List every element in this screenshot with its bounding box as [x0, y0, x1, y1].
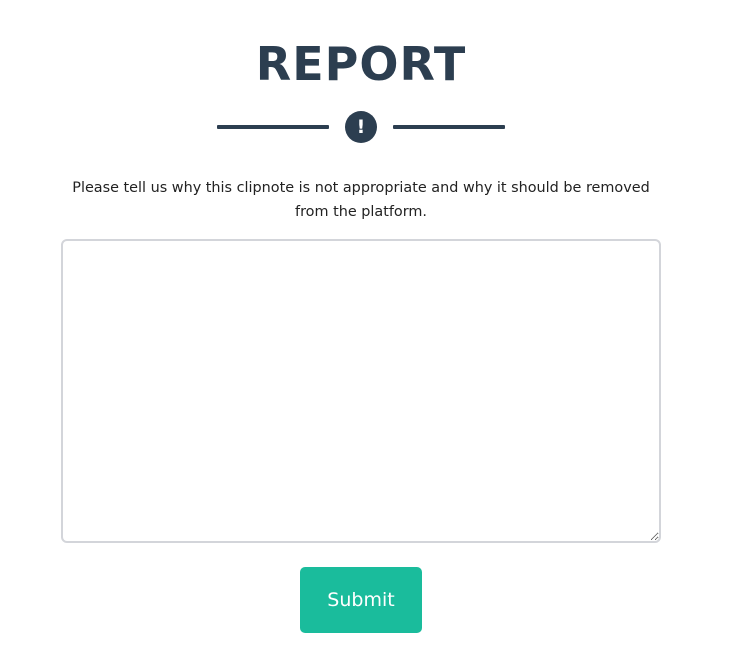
- title-divider-left: [217, 125, 329, 129]
- report-instructions: Please tell us why this clipnote is not …: [72, 180, 650, 220]
- page-title: REPORT: [255, 37, 467, 91]
- submit-button[interactable]: Submit: [300, 567, 422, 633]
- exclamation-icon: !: [345, 111, 377, 143]
- title-divider-right: [393, 125, 505, 129]
- report-reason-textarea[interactable]: [61, 239, 661, 543]
